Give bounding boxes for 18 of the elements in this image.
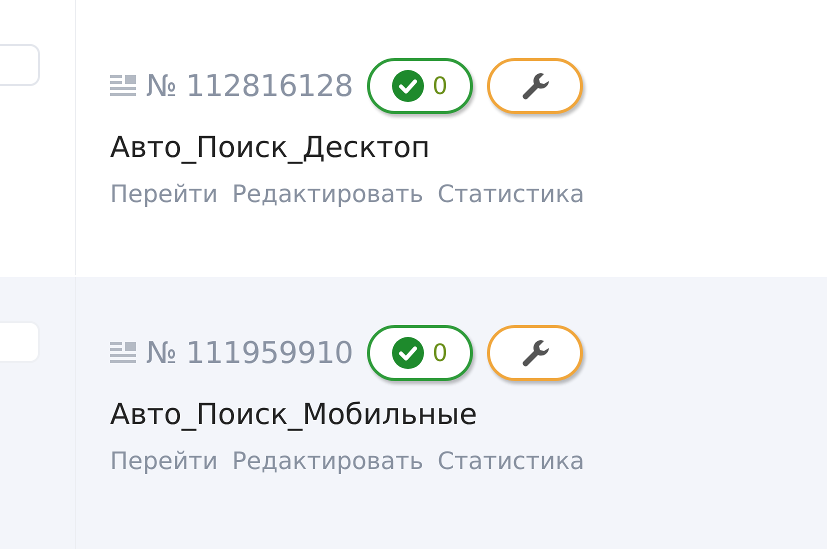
action-link[interactable]: Статистика — [438, 447, 585, 475]
action-link[interactable]: Редактировать — [232, 180, 424, 208]
list-icon — [110, 75, 136, 97]
check-circle-icon — [392, 70, 424, 102]
settings-button[interactable] — [487, 58, 584, 114]
campaign-title: Авто_Поиск_Десктоп — [110, 130, 431, 164]
campaign-title: Авто_Поиск_Мобильные — [110, 397, 478, 431]
list-icon — [110, 342, 136, 364]
check-circle-icon — [392, 337, 424, 369]
action-link[interactable]: Редактировать — [232, 447, 424, 475]
status-badge[interactable]: 0 — [367, 325, 474, 381]
campaign-number: № 112816128 — [146, 68, 354, 104]
status-badge[interactable]: 0 — [367, 58, 474, 114]
campaign-number: № 111959910 — [146, 336, 354, 370]
action-link[interactable]: Статистика — [438, 180, 585, 208]
settings-button[interactable] — [487, 325, 584, 381]
action-link[interactable]: Перейти — [110, 180, 218, 208]
action-link[interactable]: Перейти — [110, 447, 218, 475]
